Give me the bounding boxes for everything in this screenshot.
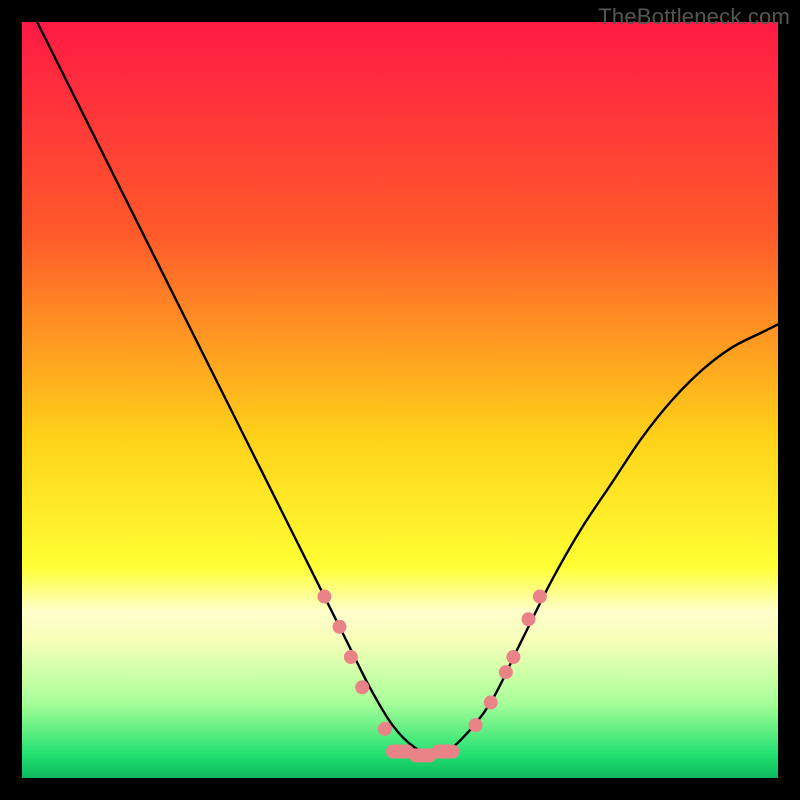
highlight-marker (431, 745, 459, 759)
highlight-marker (506, 650, 520, 664)
highlight-marker (317, 590, 331, 604)
watermark-text: TheBottleneck.com (598, 4, 790, 30)
highlight-marker (522, 612, 536, 626)
highlight-marker (355, 680, 369, 694)
gradient-background (22, 22, 778, 778)
highlight-marker (469, 718, 483, 732)
highlight-marker (484, 695, 498, 709)
highlight-marker (533, 590, 547, 604)
highlight-marker (333, 620, 347, 634)
highlight-marker (344, 650, 358, 664)
bottleneck-chart (22, 22, 778, 778)
highlight-marker (378, 722, 392, 736)
chart-frame (22, 22, 778, 778)
highlight-marker (499, 665, 513, 679)
